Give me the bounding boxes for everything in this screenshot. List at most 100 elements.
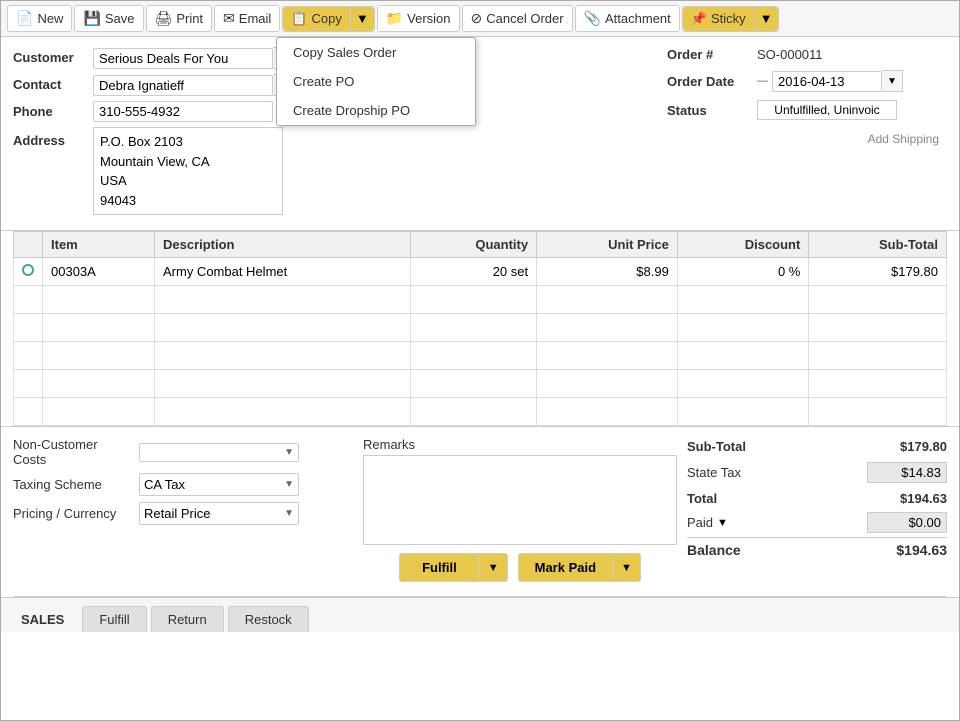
copy-dropdown-menu: Copy Sales Order Create PO Create Dropsh… (276, 37, 476, 126)
restock-tab[interactable]: Restock (228, 606, 309, 632)
td-discount: 0 % (677, 258, 809, 286)
address-label: Address (13, 130, 93, 148)
fulfill-dropdown-btn[interactable]: ▼ (480, 553, 508, 582)
table-empty-row-4 (14, 370, 947, 398)
taxing-scheme-select[interactable]: CA Tax ▼ (139, 473, 299, 496)
form-right: Order # SO-000011 Order Date — ▼ Status … (667, 47, 947, 220)
sticky-dropdown-arrow[interactable]: ▼ (754, 7, 778, 31)
order-num-row: Order # SO-000011 (667, 47, 947, 62)
new-button[interactable]: 📄 New (7, 5, 72, 32)
order-num-label: Order # (667, 47, 757, 62)
create-dropship-po-item[interactable]: Create Dropship PO (277, 96, 475, 125)
attachment-button[interactable]: 📎 Attachment (575, 5, 680, 32)
state-tax-label: State Tax (687, 465, 741, 480)
order-date-input[interactable] (772, 71, 882, 92)
print-label: Print (176, 11, 203, 26)
new-label: New (37, 11, 63, 26)
td-item: 00303A (43, 258, 155, 286)
row-radio[interactable] (22, 264, 34, 276)
copy-icon: 📋 (291, 11, 307, 27)
copy-sales-order-item[interactable]: Copy Sales Order (277, 38, 475, 67)
balance-summary-row: Balance $194.63 (687, 537, 947, 560)
td-quantity: 20 set (410, 258, 536, 286)
th-discount: Discount (677, 232, 809, 258)
mark-paid-button[interactable]: Mark Paid (518, 553, 613, 582)
add-shipping-link[interactable]: Add Shipping (868, 132, 939, 146)
order-date-group: — ▼ (757, 70, 903, 92)
save-label: Save (105, 11, 135, 26)
taxing-scheme-value: CA Tax (144, 477, 185, 492)
sticky-split-button[interactable]: 📌 Sticky ▼ (682, 6, 779, 32)
date-dropdown-btn[interactable]: ▼ (882, 70, 903, 92)
return-tab[interactable]: Return (151, 606, 224, 632)
attachment-icon: 📎 (584, 10, 601, 27)
taxing-scheme-row: Taxing Scheme CA Tax ▼ (13, 473, 353, 496)
table-row[interactable]: 00303A Army Combat Helmet 20 set $8.99 0… (14, 258, 947, 286)
pricing-currency-label: Pricing / Currency (13, 506, 133, 521)
order-date-row: Order Date — ▼ (667, 70, 947, 92)
th-item: Item (43, 232, 155, 258)
pricing-currency-arrow: ▼ (284, 508, 294, 519)
paid-summary-row: Paid ▼ $0.00 (687, 512, 947, 533)
customer-input[interactable] (93, 48, 273, 69)
pricing-currency-value: Retail Price (144, 506, 210, 521)
remarks-textarea[interactable] (363, 455, 677, 545)
date-input-group: ▼ (772, 70, 903, 92)
sticky-main-button[interactable]: 📌 Sticky (683, 7, 754, 31)
th-unit-price: Unit Price (537, 232, 678, 258)
taxing-scheme-arrow: ▼ (284, 479, 294, 490)
taxing-scheme-label: Taxing Scheme (13, 477, 133, 492)
footer-tabs: SALES Fulfill Return Restock (1, 597, 959, 632)
contact-input[interactable] (93, 75, 273, 96)
th-subtotal: Sub-Total (809, 232, 947, 258)
form-area: Customer ▼ Contact ▼ Phone (1, 37, 959, 231)
cancel-order-button[interactable]: ⊘ Cancel Order (462, 5, 573, 32)
non-customer-costs-arrow: ▼ (284, 447, 294, 458)
non-customer-costs-select[interactable]: ▼ (139, 443, 299, 462)
bottom-area: Non-Customer Costs ▼ Taxing Scheme CA Ta… (1, 427, 959, 596)
toolbar: 📄 New 💾 Save 🖨 Print ✉ Email 📋 Copy ▼ 📁 … (1, 1, 959, 37)
copy-main-button[interactable]: 📋 Copy (283, 7, 350, 31)
email-button[interactable]: ✉ Email (214, 5, 280, 32)
copy-dropdown-arrow[interactable]: ▼ (350, 7, 374, 31)
subtotal-value: $179.80 (867, 439, 947, 454)
sales-tab-label: SALES (13, 607, 72, 632)
new-icon: 📄 (16, 10, 33, 27)
app-window: 📄 New 💾 Save 🖨 Print ✉ Email 📋 Copy ▼ 📁 … (0, 0, 960, 721)
mark-paid-dropdown-btn[interactable]: ▼ (613, 553, 641, 582)
fulfill-button[interactable]: Fulfill (399, 553, 480, 582)
bottom-right: Sub-Total $179.80 State Tax $14.83 Total… (687, 437, 947, 586)
address-box: P.O. Box 2103 Mountain View, CA USA 9404… (93, 127, 283, 215)
sticky-icon: 📌 (691, 11, 707, 27)
customer-label: Customer (13, 47, 93, 65)
th-radio (14, 232, 43, 258)
address-line2: Mountain View, CA (100, 152, 276, 172)
add-shipping-row: Add Shipping (667, 132, 947, 146)
fulfill-tab[interactable]: Fulfill (82, 606, 146, 632)
fulfill-button-group: Fulfill ▼ (399, 553, 508, 582)
create-po-item[interactable]: Create PO (277, 67, 475, 96)
print-button[interactable]: 🖨 Print (146, 5, 213, 32)
address-row: Address ▼ P.O. Box 2103 Mountain View, C… (13, 127, 657, 215)
version-button[interactable]: 📁 Version (377, 5, 460, 32)
contact-input-group: ▼ (93, 74, 294, 96)
pricing-currency-select[interactable]: Retail Price ▼ (139, 502, 299, 525)
order-num-value: SO-000011 (757, 47, 823, 62)
paid-dropdown-arrow[interactable]: ▼ (717, 517, 728, 529)
paid-label-group: Paid ▼ (687, 515, 728, 530)
copy-split-button[interactable]: 📋 Copy ▼ (282, 6, 374, 32)
non-customer-costs-label: Non-Customer Costs (13, 437, 133, 467)
copy-label: Copy (311, 11, 341, 26)
bottom-left: Non-Customer Costs ▼ Taxing Scheme CA Ta… (13, 437, 353, 586)
remarks-label: Remarks (363, 437, 677, 452)
subtotal-summary-row: Sub-Total $179.80 (687, 437, 947, 456)
status-label: Status (667, 103, 757, 118)
address-line1: P.O. Box 2103 (100, 132, 276, 152)
paid-value: $0.00 (867, 512, 947, 533)
address-line4: 94043 (100, 191, 276, 211)
total-value: $194.63 (867, 491, 947, 506)
order-table: Item Description Quantity Unit Price Dis… (13, 231, 947, 426)
phone-input[interactable] (93, 101, 273, 122)
table-empty-row-1 (14, 286, 947, 314)
save-button[interactable]: 💾 Save (74, 5, 143, 32)
